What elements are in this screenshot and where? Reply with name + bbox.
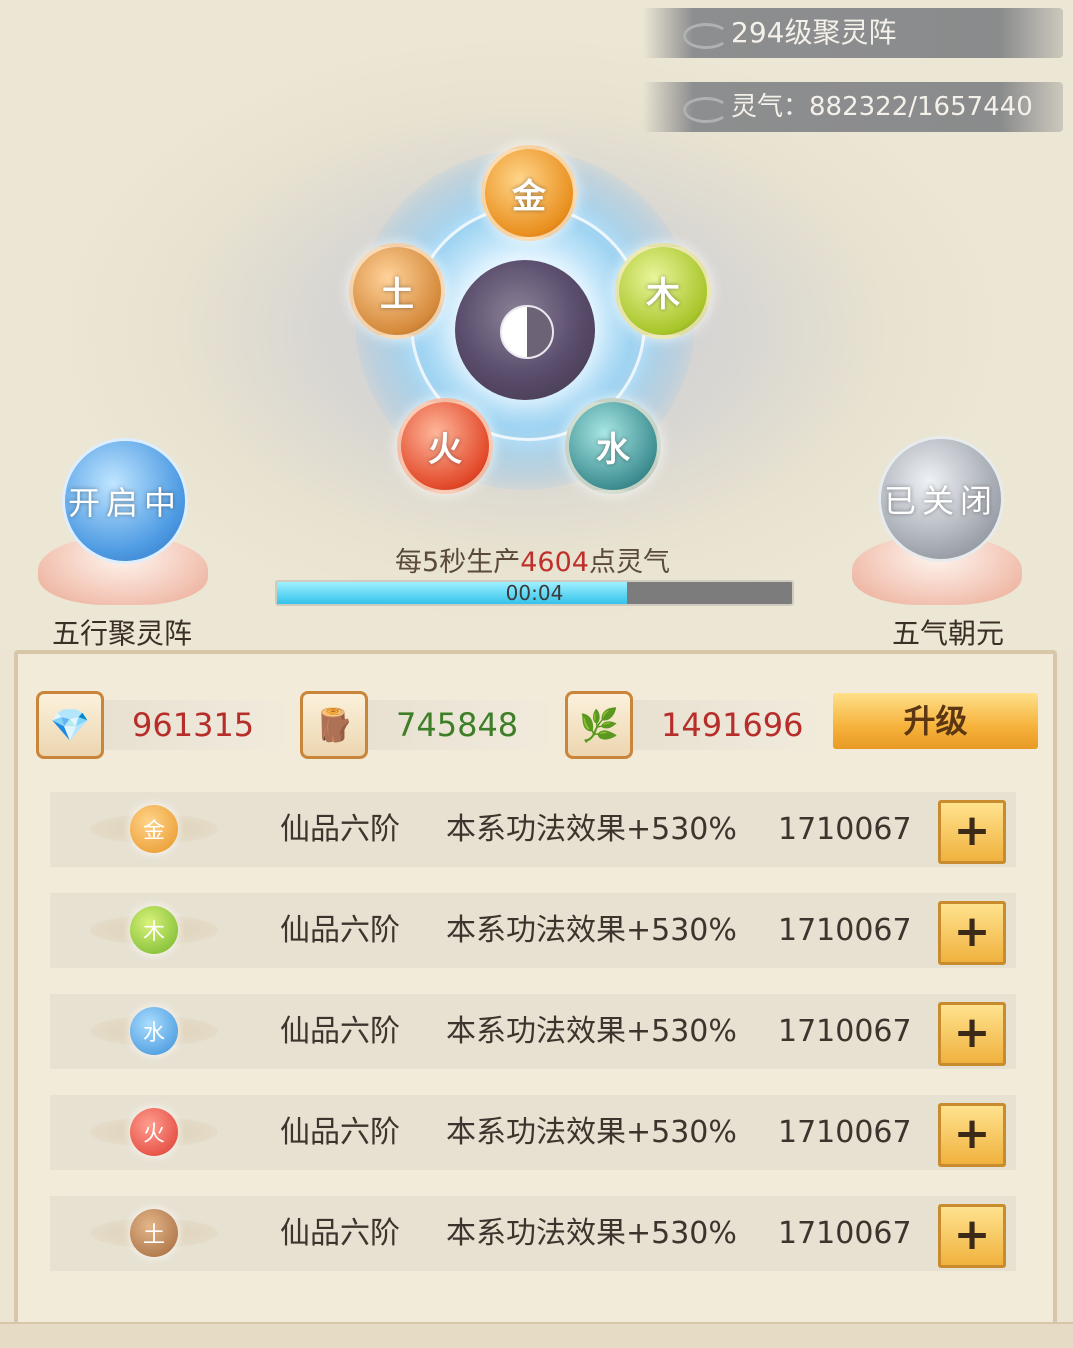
row-cost: 1710067 [778,1216,912,1251]
wuxing-array-toggle[interactable]: 开启中 [62,438,188,564]
progress-timer: 00:04 [505,581,564,605]
production-amount: 4604 [520,547,589,578]
orb-water[interactable]: 水 [565,398,661,494]
row-grade: 仙品六阶 [280,1115,400,1150]
wood-logs-icon: 🪵 [300,691,368,759]
row-effect: 本系功法效果+530% [446,812,737,847]
metal-element-icon: 金 [130,805,178,853]
row-grade: 仙品六阶 [280,812,400,847]
level-title-banner: 294级聚灵阵 [643,8,1063,58]
production-suffix: 点灵气 [588,547,670,578]
wood-element-icon: 木 [130,906,178,954]
row-grade: 仙品六阶 [280,913,400,948]
crystal-icon: 💎 [36,691,104,759]
element-row-metal: 金 仙品六阶 本系功法效果+530% 1710067 + [50,792,1016,867]
earth-element-icon: 土 [130,1209,178,1257]
wuxing-array-label: 五行聚灵阵 [52,617,193,650]
level-title: 294级聚灵阵 [731,16,897,49]
row-cost: 1710067 [778,1014,912,1049]
row-cost: 1710067 [778,1115,912,1150]
orb-wood[interactable]: 木 [615,243,711,339]
row-cost: 1710067 [778,913,912,948]
add-water-button[interactable]: + [938,1002,1006,1066]
qi-banner: 灵气：882322/1657440 [643,82,1063,132]
row-effect: 本系功法效果+530% [446,1115,737,1150]
row-cost: 1710067 [778,812,912,847]
panel-bottom-border [0,1322,1073,1348]
wuqi-array-label: 五气朝元 [892,617,1005,650]
production-progress-bar: 00:04 [275,580,794,606]
element-row-wood: 木 仙品六阶 本系功法效果+530% 1710067 + [50,893,1016,968]
row-effect: 本系功法效果+530% [446,913,737,948]
herb-icon: 🌿 [565,691,633,759]
element-row-earth: 土 仙品六阶 本系功法效果+530% 1710067 + [50,1196,1016,1271]
element-row-water: 水 仙品六阶 本系功法效果+530% 1710067 + [50,994,1016,1069]
row-effect: 本系功法效果+530% [446,1216,737,1251]
production-prefix: 每5秒生产 [395,547,521,578]
wood-amount: 745848 [368,700,556,750]
element-row-fire: 火 仙品六阶 本系功法效果+530% 1710067 + [50,1095,1016,1170]
yin-yang-icon [500,305,554,359]
herb-amount: 1491696 [633,700,821,750]
add-metal-button[interactable]: + [938,800,1006,864]
wuqi-array-toggle[interactable]: 已关闭 [878,436,1004,562]
cloud-swirl-icon [683,97,729,123]
cloud-swirl-icon [683,23,729,49]
qi-amount: 灵气：882322/1657440 [731,92,1033,122]
row-effect: 本系功法效果+530% [446,1014,737,1049]
orb-metal[interactable]: 金 [481,145,577,241]
production-rate: 每5秒生产4604点灵气 [275,540,790,579]
crystal-amount: 961315 [104,700,292,750]
row-grade: 仙品六阶 [280,1014,400,1049]
orb-earth[interactable]: 土 [349,243,445,339]
orb-fire[interactable]: 火 [397,398,493,494]
fire-element-icon: 火 [130,1108,178,1156]
add-fire-button[interactable]: + [938,1103,1006,1167]
taiji-center[interactable] [455,260,595,400]
water-element-icon: 水 [130,1007,178,1055]
upgrade-button[interactable]: 升级 [833,693,1038,749]
add-wood-button[interactable]: + [938,901,1006,965]
row-grade: 仙品六阶 [280,1216,400,1251]
add-earth-button[interactable]: + [938,1204,1006,1268]
